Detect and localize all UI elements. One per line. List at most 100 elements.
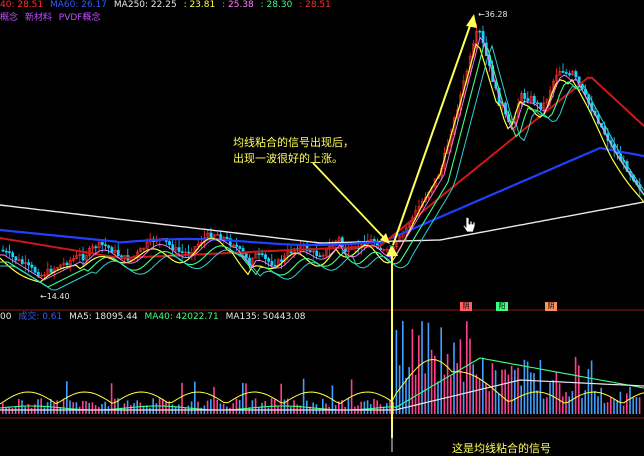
candle-body <box>94 246 98 249</box>
volume-bar <box>562 396 564 414</box>
volume-bar <box>88 402 90 414</box>
candle-body <box>308 250 312 253</box>
candle-body <box>539 102 543 109</box>
candle-body <box>270 261 274 266</box>
volume-bar <box>459 339 462 414</box>
volume-bar <box>578 365 580 414</box>
volume-bar <box>267 407 270 414</box>
volume-bar <box>254 398 257 414</box>
volume-bar <box>216 399 218 414</box>
volume-bar <box>597 396 599 414</box>
volume-bar <box>443 374 446 414</box>
volume-bar <box>184 407 186 414</box>
low-price-label: ←14.40 <box>40 292 70 301</box>
candle-body <box>11 252 15 258</box>
high-price-arrow: ← <box>478 10 485 19</box>
volume-bar <box>210 399 212 414</box>
candle-body <box>523 93 527 99</box>
volume-bar <box>238 399 241 414</box>
volume-bar <box>520 385 522 414</box>
volume-bar <box>610 397 612 414</box>
volume-bar <box>581 397 583 414</box>
volume-bar <box>264 401 266 414</box>
volume-bar <box>363 401 366 414</box>
candle-body <box>49 268 53 273</box>
candle-body <box>318 255 322 258</box>
volume-bar <box>507 374 510 414</box>
volume-bar <box>466 321 468 414</box>
volume-bar <box>379 404 382 414</box>
volume-bar <box>139 402 142 414</box>
volume-bar <box>504 369 506 414</box>
candle-body <box>532 96 536 104</box>
vol-ma40: MA40: 42022.71 <box>144 312 219 322</box>
vol-ma5: MA5: 18095.44 <box>69 312 138 322</box>
high-price-value: 36.28 <box>484 10 508 19</box>
candle-body <box>187 251 191 254</box>
volume-bar <box>613 399 615 414</box>
volume-bar <box>75 402 78 414</box>
volume-bar <box>462 381 465 414</box>
volume-bar <box>424 373 426 414</box>
candle-body <box>235 244 239 247</box>
volume-bar <box>574 356 577 414</box>
candle-body <box>177 247 181 252</box>
low-price-arrow: ← <box>40 292 47 301</box>
volume-bar <box>616 400 618 414</box>
signal-tag-3: 阴 <box>545 302 557 311</box>
volume-bar <box>488 391 490 414</box>
volume-bar <box>206 400 209 414</box>
volume-bar <box>635 397 638 414</box>
candle-body <box>280 259 283 262</box>
arrowhead-icon <box>466 14 477 28</box>
ma-red-line <box>0 76 644 260</box>
volume-bar <box>126 400 129 414</box>
candle-body <box>564 72 568 74</box>
volume-bar <box>360 401 362 414</box>
volume-bar <box>171 404 174 414</box>
candle-body <box>14 256 18 261</box>
volume-bar <box>536 390 538 414</box>
volume-bar <box>149 407 151 414</box>
candle-body <box>257 253 261 255</box>
signal-tag-1: 阴 <box>460 302 472 311</box>
volume-bar <box>546 397 548 414</box>
volume-bar <box>437 381 439 414</box>
volume-bar <box>549 382 551 414</box>
volume-bar <box>539 360 542 414</box>
volume-bar <box>600 387 602 414</box>
candle-body <box>536 102 539 105</box>
volume-bar <box>101 403 103 414</box>
volume-bar <box>347 398 350 414</box>
candle-body <box>27 262 31 266</box>
volume-bar <box>418 335 420 414</box>
mouse-cursor-icon <box>462 216 476 240</box>
volume-bar <box>475 374 478 414</box>
volume-bar <box>386 403 388 414</box>
volume-bar <box>373 398 375 414</box>
volume-bar <box>165 401 167 414</box>
low-price-value: 14.40 <box>46 292 70 301</box>
volume-bar <box>69 400 71 414</box>
volume-bar <box>478 378 481 414</box>
volume-bar <box>46 402 49 414</box>
volume-bar <box>366 400 369 414</box>
kline-chart[interactable] <box>0 0 644 453</box>
volume-bar <box>402 320 404 414</box>
volume-bar <box>622 405 625 414</box>
volume-bar <box>258 407 260 414</box>
volume-bar <box>510 365 513 414</box>
rally-arrow <box>392 19 473 246</box>
candle-body <box>104 244 107 247</box>
volume-bar <box>469 338 471 414</box>
candle-body <box>267 258 271 262</box>
volume-bar <box>197 401 199 414</box>
volume-bar <box>494 370 497 414</box>
volume-bar <box>606 402 609 414</box>
volume-bar <box>501 369 503 414</box>
volume-bar <box>43 407 46 414</box>
candle-body <box>33 267 37 273</box>
volume-indicator-header: 00 成交: 0.61 MA5: 18095.44 MA40: 42022.71… <box>0 311 644 323</box>
volume-bar <box>178 404 180 414</box>
volume-bar <box>21 400 23 414</box>
